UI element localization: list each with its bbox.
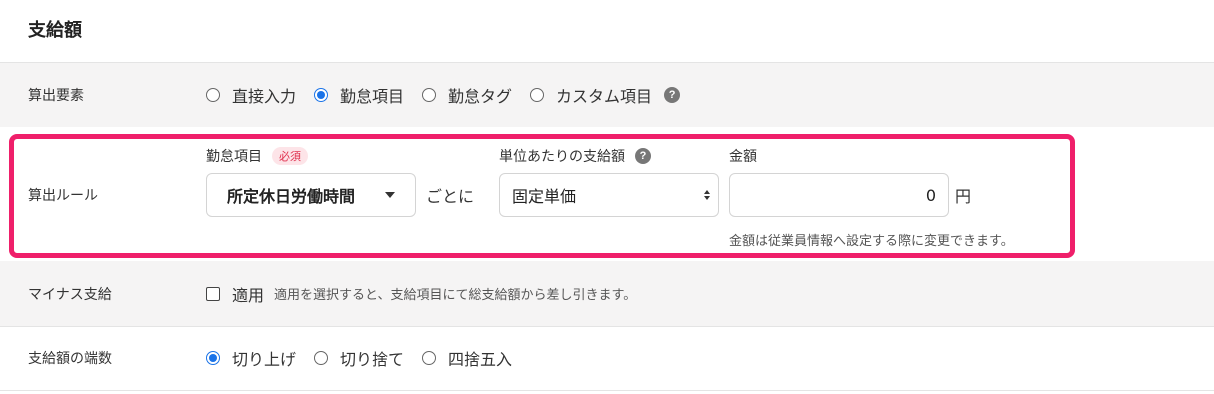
radio-round-up[interactable]: 切り上げ [206, 346, 296, 370]
help-icon[interactable]: ? [664, 87, 681, 103]
radio-attendance-item[interactable]: 勤怠項目 [314, 83, 404, 107]
minus-pay-checkbox-option[interactable]: 適用 [206, 282, 264, 306]
radio-label: 切り捨て [340, 350, 405, 369]
radio-round-down[interactable]: 切り捨て [314, 346, 404, 370]
rounding-label: 支給額の端数 [28, 351, 112, 367]
radio-label: 直接入力 [232, 87, 297, 106]
radio-direct-input[interactable]: 直接入力 [206, 83, 296, 107]
radio-label: 勤怠タグ [448, 87, 513, 106]
radio-circle-selected[interactable] [314, 88, 329, 102]
rounding-row: 支給額の端数 切り上げ 切り捨て 四捨五入 [0, 327, 1214, 389]
rounding-radio-group: 切り上げ 切り捨て 四捨五入 [206, 346, 530, 370]
radio-circle[interactable] [206, 88, 220, 102]
radio-label: 切り上げ [232, 350, 297, 369]
divider [0, 390, 1214, 391]
calc-element-radio-group: 直接入力 勤怠項目 勤怠タグ カスタム項目 ? [206, 83, 681, 107]
calc-element-label: 算出要素 [28, 88, 84, 104]
section-title: 支給額 [28, 20, 82, 41]
radio-custom-item[interactable]: カスタム項目 [530, 83, 652, 107]
radio-attendance-tag[interactable]: 勤怠タグ [422, 83, 512, 107]
minus-pay-checkbox[interactable] [206, 286, 220, 301]
calc-element-row: 算出要素 直接入力 勤怠項目 勤怠タグ カスタム項目 ? [0, 63, 1214, 127]
radio-circle[interactable] [422, 88, 437, 102]
radio-circle[interactable] [530, 88, 545, 102]
radio-circle[interactable] [422, 351, 437, 365]
checkbox-label: 適用 [232, 285, 265, 305]
minus-pay-row: マイナス支給 適用 適用を選択すると、支給項目にて総支給額から差し引きます。 [0, 261, 1214, 326]
radio-round-half[interactable]: 四捨五入 [422, 346, 512, 370]
minus-pay-description: 適用を選択すると、支給項目にて総支給額から差し引きます。 [274, 288, 637, 303]
radio-label: カスタム項目 [556, 87, 653, 106]
highlight-box [9, 134, 1075, 258]
radio-circle[interactable] [314, 351, 329, 365]
minus-pay-content: 適用 適用を選択すると、支給項目にて総支給額から差し引きます。 [206, 282, 636, 306]
minus-pay-label: マイナス支給 [28, 286, 112, 303]
radio-label: 勤怠項目 [340, 87, 405, 106]
radio-label: 四捨五入 [448, 350, 513, 369]
radio-circle-selected[interactable] [206, 351, 220, 365]
